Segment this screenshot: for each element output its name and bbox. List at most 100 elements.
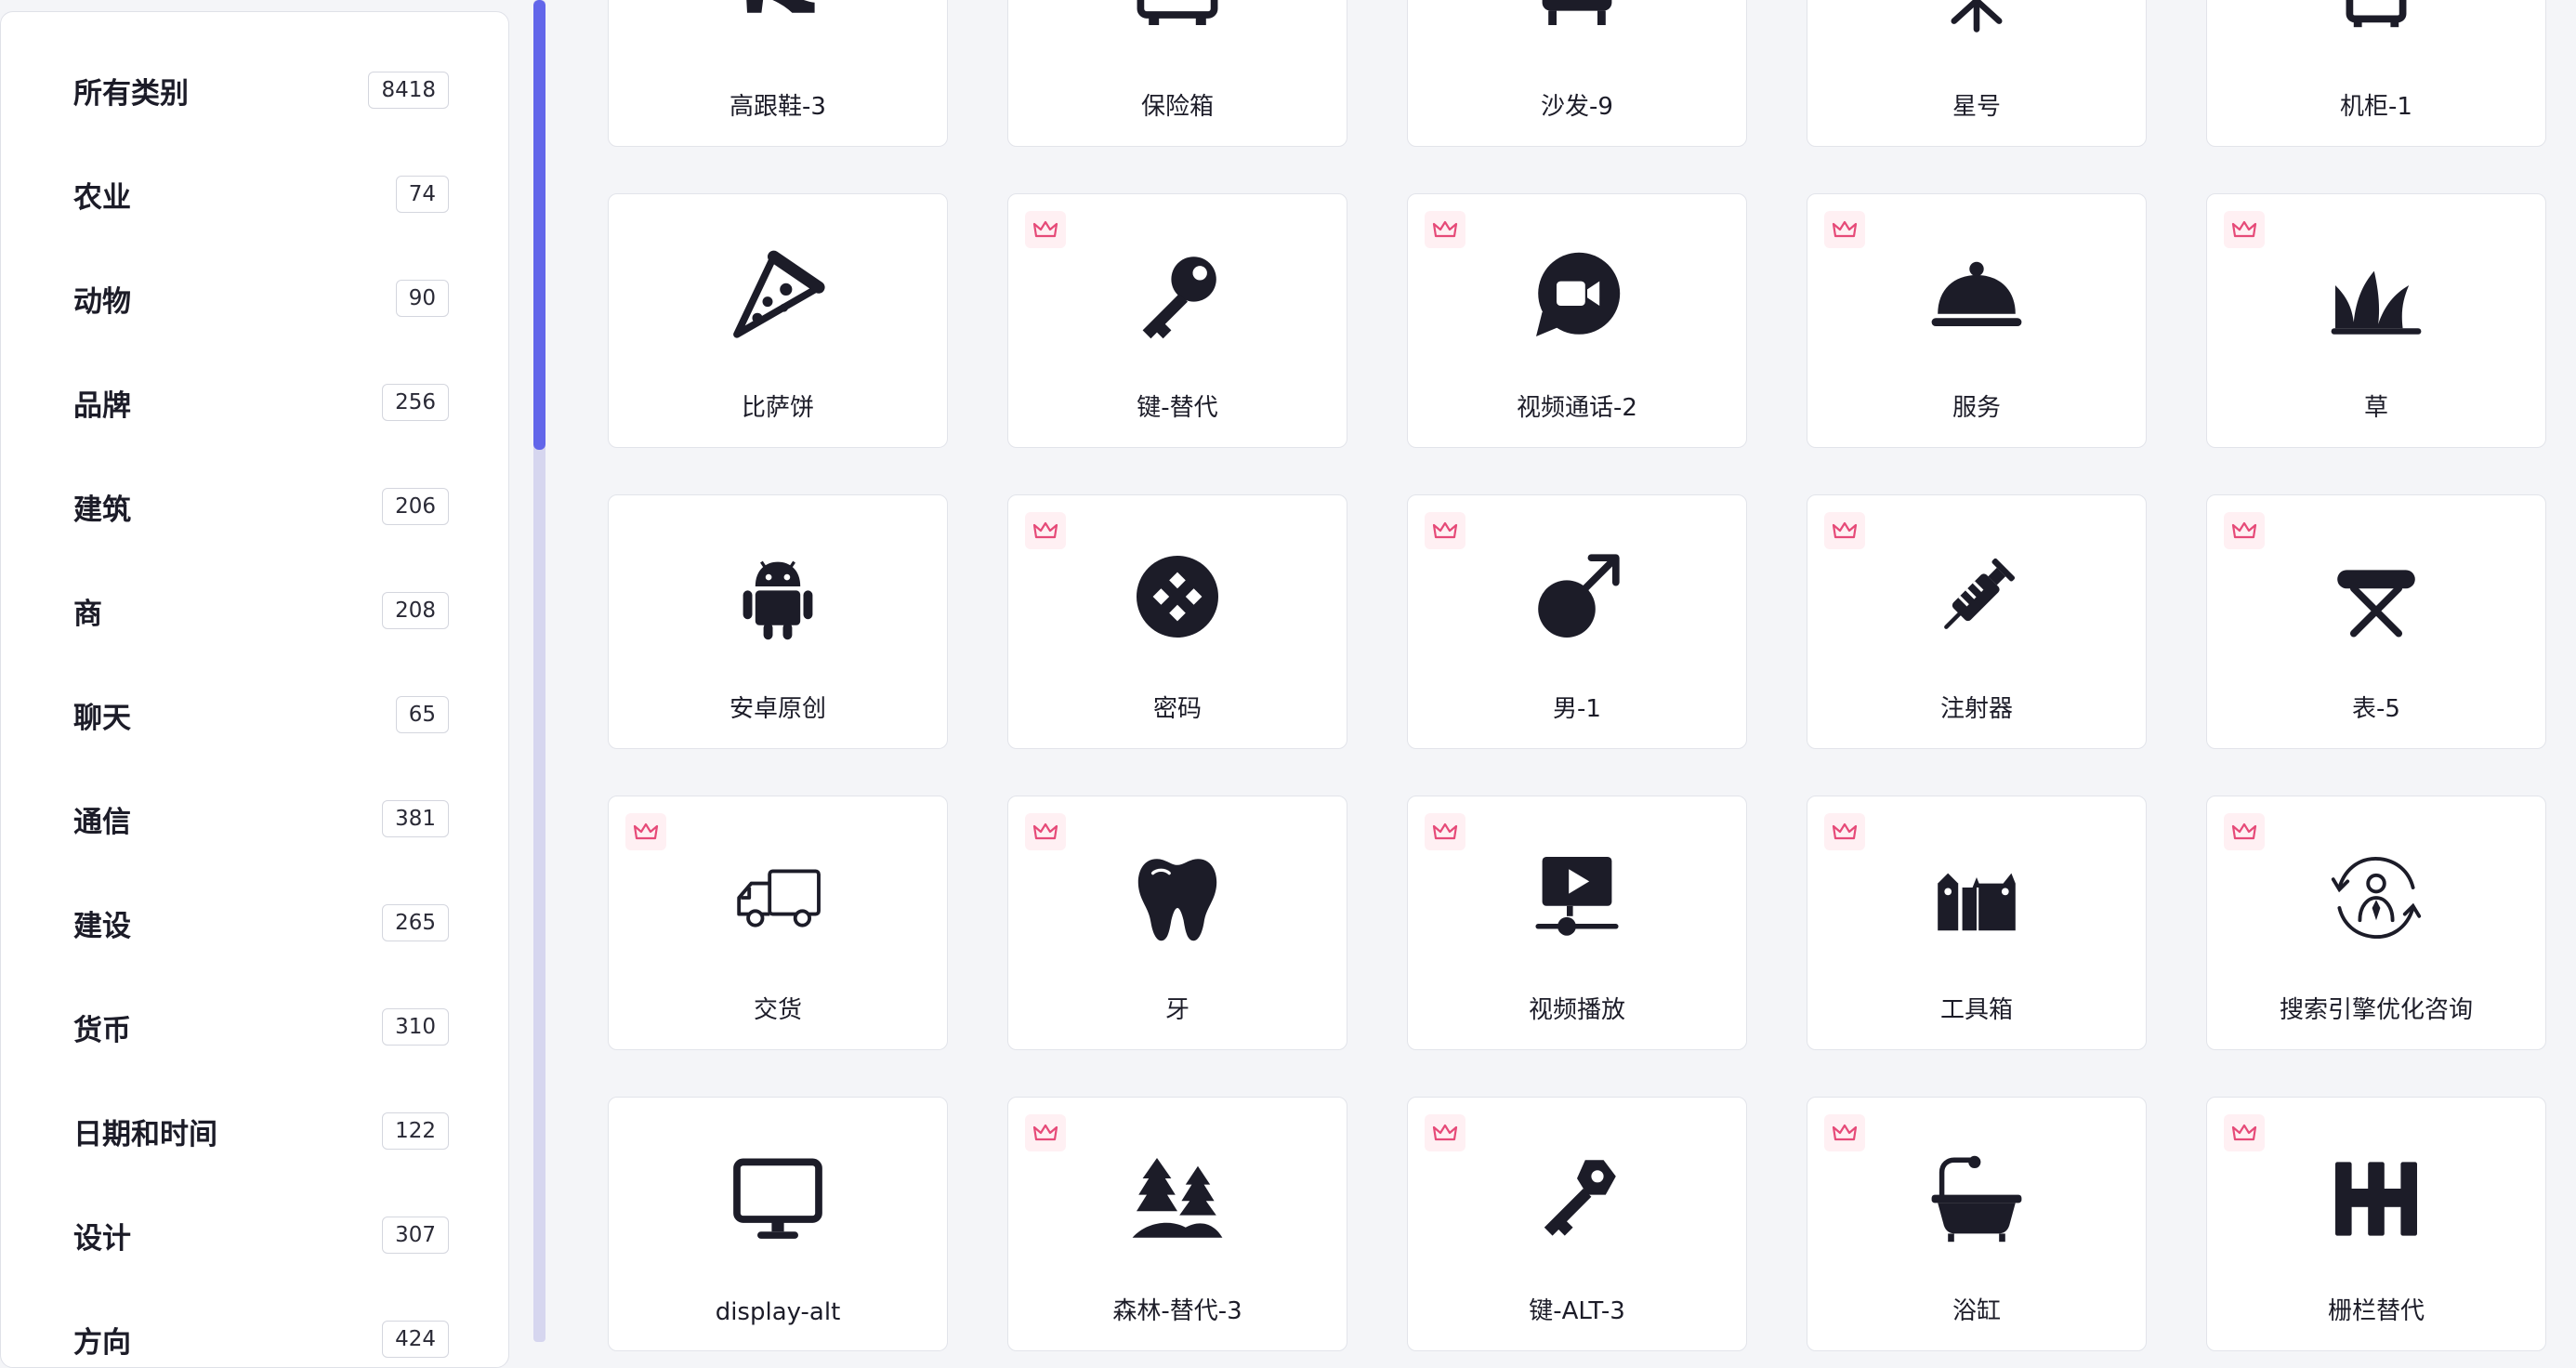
fence-icon (2325, 1148, 2427, 1250)
category-item-buildings[interactable]: 建筑 206 (1, 465, 508, 548)
premium-crown-icon (2224, 512, 2265, 549)
grass-icon (2325, 244, 2427, 347)
icon-card[interactable]: 牙 (1007, 796, 1347, 1050)
premium-crown-icon (1025, 1114, 1066, 1151)
category-item-chat[interactable]: 聊天 65 (1, 673, 508, 756)
category-item-agriculture[interactable]: 农业 74 (1, 152, 508, 236)
icon-card[interactable]: 浴缸 (1807, 1097, 2147, 1351)
icon-card[interactable]: 服务 (1807, 193, 2147, 448)
category-label: 农业 (73, 180, 131, 215)
icon-label: 星号 (1952, 93, 2001, 121)
icon-card[interactable]: 表-5 (2206, 494, 2546, 749)
icon-label: 森林-替代-3 (1112, 1297, 1242, 1325)
icon-card[interactable]: 密码 (1007, 494, 1347, 749)
icon-label: 沙发-9 (1541, 93, 1613, 121)
icon-card[interactable]: 比萨饼 (608, 193, 948, 448)
monitor-icon (727, 1148, 829, 1250)
icon-card[interactable]: 工具箱 (1807, 796, 2147, 1050)
category-count-badge: 122 (382, 1112, 449, 1150)
icon-label: 栅栏替代 (2327, 1297, 2425, 1325)
category-count-badge: 65 (395, 696, 449, 733)
category-count-badge: 256 (382, 384, 449, 421)
icon-label: 服务 (1952, 394, 2001, 422)
icon-label: 浴缸 (1952, 1297, 2001, 1325)
icon-card[interactable]: 保险箱 (1007, 0, 1347, 147)
icon-label: 保险箱 (1140, 93, 1214, 121)
category-count-badge: 424 (382, 1321, 449, 1358)
icon-card[interactable]: 沙发-9 (1407, 0, 1747, 147)
icon-label: 搜索引擎优化咨询 (2279, 996, 2473, 1024)
category-count-badge: 307 (382, 1217, 449, 1254)
category-item-design[interactable]: 设计 307 (1, 1193, 508, 1277)
category-label: 品牌 (73, 388, 131, 423)
category-sidebar: 所有类别 8418 农业 74 动物 90 品牌 256 建筑 206 商 20… (0, 11, 509, 1368)
icon-card[interactable]: 注射器 (1807, 494, 2147, 749)
icon-card[interactable]: 视频通话-2 (1407, 193, 1747, 448)
icon-card[interactable]: 搜索引擎优化咨询 (2206, 796, 2546, 1050)
icon-label: 注射器 (1939, 695, 2013, 723)
premium-crown-icon (1025, 813, 1066, 850)
icon-card[interactable]: display-alt (608, 1097, 948, 1351)
category-item-currency[interactable]: 货币 310 (1, 985, 508, 1069)
icon-card[interactable]: 栅栏替代 (2206, 1097, 2546, 1351)
premium-crown-icon (1824, 813, 1865, 850)
premium-crown-icon (1025, 512, 1066, 549)
icon-label: 视频播放 (1528, 996, 1625, 1024)
category-count-badge: 265 (382, 904, 449, 941)
icon-label: display-alt (715, 1298, 841, 1326)
icon-card[interactable]: 交货 (608, 796, 948, 1050)
delivery-truck-icon (727, 847, 829, 949)
android-icon (727, 546, 829, 648)
premium-crown-icon (2224, 1114, 2265, 1151)
category-label: 设计 (73, 1221, 131, 1256)
bathtub-icon (1925, 1148, 2028, 1250)
icon-card[interactable]: 星号 (1807, 0, 2147, 147)
table-icon (2325, 546, 2427, 648)
video-play-icon (1526, 847, 1628, 949)
icon-card[interactable]: 键-替代 (1007, 193, 1347, 448)
icon-label: 机柜-1 (2340, 93, 2412, 121)
category-count-badge: 74 (395, 176, 449, 213)
forest-icon (1126, 1148, 1229, 1250)
icon-label: 视频通话-2 (1517, 394, 1637, 422)
icon-label: 草 (2363, 394, 2388, 422)
category-item-direction[interactable]: 方向 424 (1, 1297, 508, 1367)
icon-label: 表-5 (2352, 695, 2400, 723)
icon-card[interactable]: 安卓原创 (608, 494, 948, 749)
icon-card[interactable]: 键-ALT-3 (1407, 1097, 1747, 1351)
cabinet-icon (2325, 0, 2427, 46)
category-item-business[interactable]: 商 208 (1, 569, 508, 652)
category-item-animals[interactable]: 动物 90 (1, 256, 508, 340)
asterisk-icon (1925, 0, 2028, 46)
category-item-brands[interactable]: 品牌 256 (1, 361, 508, 444)
icon-card[interactable]: 视频播放 (1407, 796, 1747, 1050)
scrollbar-thumb[interactable] (533, 0, 545, 450)
tooth-icon (1126, 847, 1229, 949)
category-item-all[interactable]: 所有类别 8418 (1, 48, 508, 132)
safe-box-icon (1126, 0, 1229, 46)
sofa-icon (1526, 0, 1628, 46)
premium-crown-icon (1824, 1114, 1865, 1151)
premium-crown-icon (1824, 512, 1865, 549)
category-count-badge: 208 (382, 592, 449, 629)
category-item-construction[interactable]: 建设 265 (1, 881, 508, 965)
category-count-badge: 310 (382, 1008, 449, 1046)
icon-label: 比萨饼 (741, 394, 814, 422)
premium-crown-icon (1425, 512, 1465, 549)
syringe-icon (1925, 546, 2028, 648)
icon-card[interactable]: 森林-替代-3 (1007, 1097, 1347, 1351)
premium-crown-icon (1425, 1114, 1465, 1151)
category-count-badge: 381 (382, 800, 449, 837)
pizza-icon (727, 244, 829, 347)
key-icon (1126, 244, 1229, 347)
icon-label: 工具箱 (1939, 996, 2013, 1024)
icon-card[interactable]: 草 (2206, 193, 2546, 448)
category-item-communication[interactable]: 通信 381 (1, 777, 508, 861)
category-label: 通信 (73, 805, 131, 839)
icon-card[interactable]: 机柜-1 (2206, 0, 2546, 147)
icon-label: 高跟鞋-3 (729, 93, 826, 121)
icon-card[interactable]: 男-1 (1407, 494, 1747, 749)
category-item-date-time[interactable]: 日期和时间 122 (1, 1089, 508, 1173)
icon-card[interactable]: 高跟鞋-3 (608, 0, 948, 147)
icon-label: 键-ALT-3 (1529, 1297, 1625, 1325)
